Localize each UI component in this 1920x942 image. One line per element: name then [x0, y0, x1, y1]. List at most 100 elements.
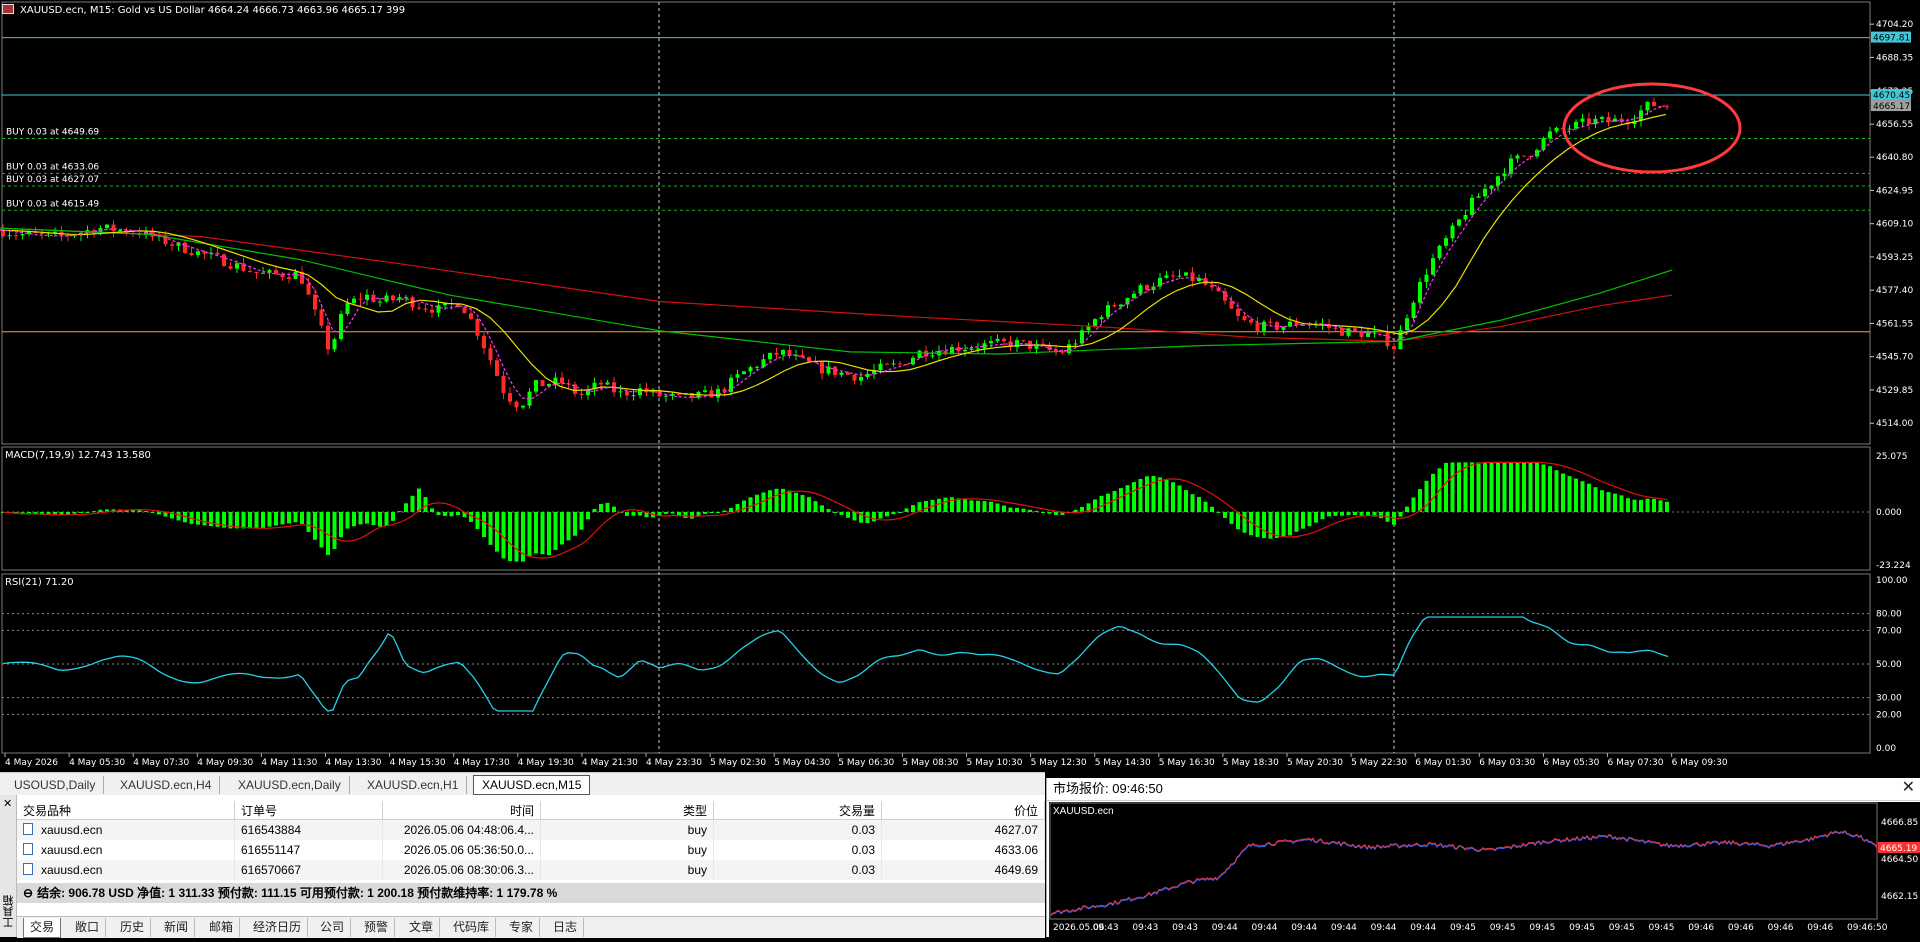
macd-bar: [280, 512, 285, 525]
macd-bar: [1658, 500, 1663, 512]
tab-trade[interactable]: 交易: [23, 918, 62, 938]
time-axis-label: 4 May 19:30: [518, 758, 574, 768]
tab-codebase[interactable]: 代码库: [447, 918, 497, 937]
time-axis-label: 6 May 03:30: [1479, 758, 1535, 768]
candle-body: [1093, 319, 1097, 327]
tab-xauusd-m15[interactable]: XAUUSD.ecn,M15: [473, 775, 591, 795]
tab-journal[interactable]: 日志: [547, 918, 585, 937]
tick-chart[interactable]: 4666.85 4664.50 4662.15 4665.19 2026.05.06 09…: [1049, 802, 1920, 937]
tab-mailbox[interactable]: 邮箱: [203, 918, 241, 937]
candle-body: [111, 224, 116, 232]
tab-calendar[interactable]: 经济日历: [247, 918, 309, 937]
macd-bar: [989, 501, 993, 512]
macd-bar: [1281, 512, 1286, 537]
macd-bar: [157, 512, 161, 515]
candle-body: [1574, 121, 1578, 129]
candle-body: [1489, 185, 1494, 189]
col-symbol[interactable]: 交易品种: [17, 801, 235, 820]
expand-icon[interactable]: ⊖: [23, 886, 33, 900]
col-type[interactable]: 类型: [540, 801, 714, 820]
col-price[interactable]: 价位: [881, 801, 1045, 820]
tick-chart-svg[interactable]: 4666.854664.504662.154665.192026.05.0609…: [1049, 802, 1920, 937]
macd-bar: [1307, 512, 1312, 527]
price-chart[interactable]: 4704.204688.354672.254656.554640.804624.…: [0, 0, 1920, 770]
tick-time-label: 09:45: [1450, 923, 1476, 933]
candle-body: [222, 254, 226, 267]
close-icon[interactable]: ✕: [1902, 778, 1915, 798]
time-cell: 2026.05.06 05:36:50.0...: [382, 840, 541, 860]
time-axis-label: 4 May 07:30: [133, 758, 189, 768]
balance-summary: ⊖ 结余: 906.78 USD 净值: 1 311.33 预付款: 111.15…: [17, 883, 1045, 903]
tab-news[interactable]: 新闻: [158, 918, 196, 937]
market-watch-panel: 市场报价: 09:46:50 ✕ 4666.85 4664.50 4662.15 46…: [1046, 778, 1920, 937]
price-cell: 4627.07: [881, 819, 1045, 840]
toolbox-terminal: ✕ 工具箱 交易品种 订单号 时间 类型 交易量 价位 xauusd.ecn 6…: [0, 795, 1045, 938]
candle-body: [170, 244, 174, 246]
candle-body: [475, 318, 480, 336]
candle-body: [326, 325, 330, 350]
tick-time-label: 09:43: [1132, 923, 1158, 933]
tab-exposure[interactable]: 敞口: [69, 918, 107, 937]
close-icon[interactable]: ✕: [3, 797, 12, 810]
candle-body: [839, 372, 844, 375]
candle-body: [482, 335, 486, 349]
macd-bar: [729, 508, 733, 512]
chart-window[interactable]: 4704.204688.354672.254656.554640.804624.…: [0, 0, 1920, 770]
table-row[interactable]: xauusd.ecn 616570667 2026.05.06 08:30:06…: [17, 860, 1045, 880]
candle-body: [748, 367, 753, 372]
candle-body: [417, 307, 421, 309]
candle-body: [1652, 101, 1656, 107]
table-row[interactable]: xauusd.ecn 616551147 2026.05.06 05:36:50…: [17, 840, 1045, 860]
rsi-axis-label: 0.00: [1876, 744, 1896, 754]
macd-bar: [787, 490, 792, 512]
macd-bar: [1229, 512, 1234, 524]
table-row[interactable]: xauusd.ecn 616543884 2026.05.06 04:48:06…: [17, 819, 1045, 840]
tick-price-label: 4666.85: [1881, 818, 1918, 828]
macd-bar: [911, 505, 915, 512]
candle-body: [7, 235, 12, 237]
candle-body: [534, 380, 538, 392]
candle-body: [404, 297, 408, 299]
price-tick-label: 4545.70: [1876, 353, 1913, 363]
tab-alerts[interactable]: 预警: [358, 918, 396, 937]
macd-bar: [1320, 512, 1325, 520]
tab-articles[interactable]: 文章: [403, 918, 441, 937]
macd-bar: [287, 512, 291, 524]
order-label: BUY 0.03 at 4649.69: [6, 128, 99, 138]
candle-body: [196, 251, 200, 256]
macd-bar: [1164, 479, 1169, 512]
macd-bar: [1184, 490, 1188, 512]
candle-body: [1411, 302, 1416, 319]
candle-body: [1112, 305, 1117, 307]
tick-time-label: 09:46: [1807, 923, 1833, 933]
macd-bar: [1431, 473, 1435, 512]
time-axis-label: 5 May 14:30: [1095, 758, 1151, 768]
macd-bar: [397, 511, 402, 513]
candle-body: [345, 303, 350, 314]
type-cell: buy: [540, 840, 714, 860]
tab-xauusd-h4[interactable]: XAUUSD.ecn,H4: [112, 776, 221, 794]
tab-experts[interactable]: 专家: [503, 918, 541, 937]
macd-bar: [66, 512, 70, 515]
tab-history[interactable]: 历史: [114, 918, 152, 937]
highlight-circle: [1562, 82, 1742, 174]
col-volume[interactable]: 交易量: [713, 801, 882, 820]
candle-body: [514, 401, 519, 408]
rsi-axis-label: 80.00: [1876, 610, 1902, 620]
macd-bar: [449, 512, 454, 517]
tab-usousd-daily[interactable]: USOUSD,Daily: [6, 776, 105, 794]
macd-bar: [534, 512, 538, 554]
macd-bar: [690, 512, 694, 519]
candle-body: [430, 309, 434, 313]
tab-xauusd-daily[interactable]: XAUUSD.ecn,Daily: [230, 776, 350, 794]
candle-body: [605, 382, 610, 385]
tick-time-label: 09:44: [1252, 923, 1278, 933]
macd-bar: [709, 512, 714, 513]
macd-bar: [742, 500, 746, 512]
tab-xauusd-h1[interactable]: XAUUSD.ecn,H1: [359, 776, 468, 794]
candle-body: [716, 388, 720, 398]
table-header-row: 交易品种 订单号 时间 类型 交易量 价位: [17, 801, 1045, 820]
col-order[interactable]: 订单号: [234, 801, 383, 820]
tab-company[interactable]: 公司: [314, 918, 352, 937]
col-time[interactable]: 时间: [382, 801, 541, 820]
